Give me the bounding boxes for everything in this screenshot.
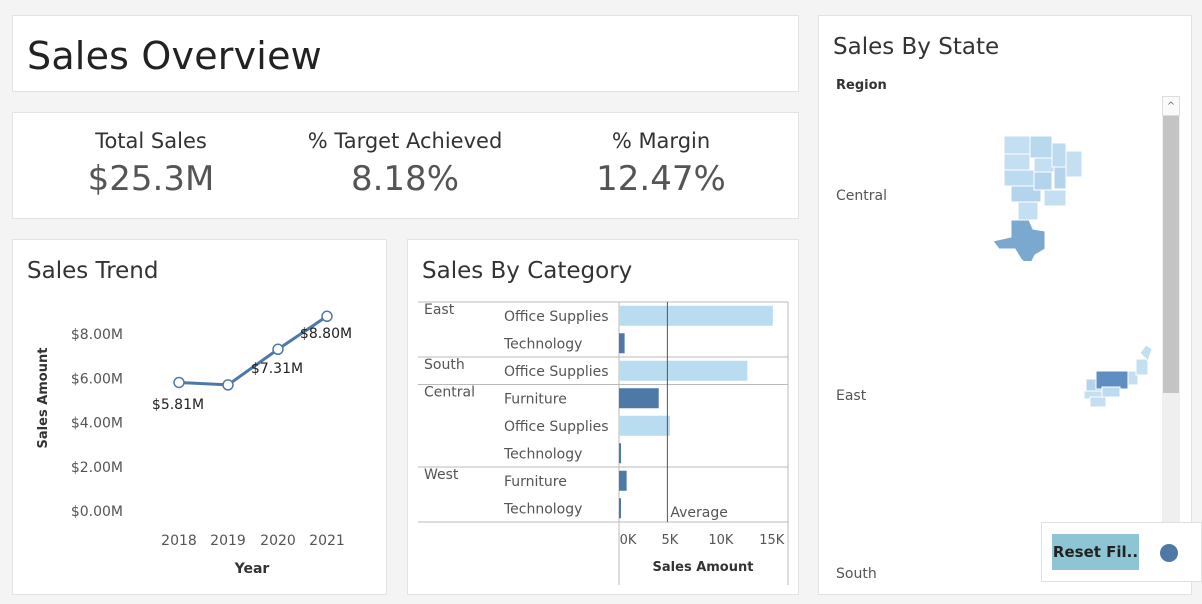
region-label: East xyxy=(424,302,455,318)
kpi-margin: % Margin 12.47% xyxy=(541,129,781,199)
reset-indicator-icon[interactable] xyxy=(1160,544,1178,562)
x-tick-label: 2019 xyxy=(210,533,246,549)
trend-data-point[interactable] xyxy=(272,343,284,356)
map-state[interactable] xyxy=(1003,153,1031,171)
kpi-value: $25.3M xyxy=(87,159,215,199)
kpi-panel: Total Sales $25.3M % Target Achieved 8.1… xyxy=(12,112,799,219)
kpi-target-achieved: % Target Achieved 8.18% xyxy=(285,129,525,199)
trend-data-point[interactable] xyxy=(321,310,333,323)
x-axis-label: Sales Amount xyxy=(653,560,754,575)
y-tick-label: $0.00M xyxy=(71,504,123,520)
category-bar[interactable] xyxy=(619,443,622,464)
y-tick-label: $4.00M xyxy=(71,416,123,432)
region-label-south: South xyxy=(836,566,877,582)
kpi-label: % Margin xyxy=(611,129,711,153)
x-tick-label: 2018 xyxy=(161,533,197,549)
trend-data-point[interactable] xyxy=(222,379,234,391)
x-tick-label: 5K xyxy=(662,533,679,548)
x-tick-label: 0K xyxy=(620,533,637,548)
category-label: Office Supplies xyxy=(504,419,609,435)
map-state-new-york[interactable] xyxy=(1095,370,1129,390)
category-bar[interactable] xyxy=(619,415,670,436)
map-state[interactable] xyxy=(1033,157,1055,173)
map-state[interactable] xyxy=(1065,150,1083,178)
region-label-east: East xyxy=(836,388,867,404)
x-tick-label: 10K xyxy=(708,533,734,548)
region-label-central: Central xyxy=(836,188,887,204)
map-state[interactable] xyxy=(1003,135,1031,155)
category-label: Technology xyxy=(503,336,582,352)
map-state[interactable] xyxy=(1017,201,1039,221)
y-tick-label: $6.00M xyxy=(71,371,123,387)
region-label: West xyxy=(424,467,459,483)
category-label: Furniture xyxy=(504,391,567,407)
map-state[interactable] xyxy=(1003,169,1035,187)
category-bar[interactable] xyxy=(619,498,621,519)
map-state[interactable] xyxy=(1101,386,1121,398)
category-bar[interactable] xyxy=(619,333,625,354)
kpi-label: Total Sales xyxy=(95,129,207,153)
map-scrollbar-thumb[interactable] xyxy=(1163,116,1179,393)
sales-trend-chart[interactable]: $8.00M $6.00M $4.00M $2.00M $0.00M 2018 2019 20… xyxy=(13,240,386,594)
map-state[interactable] xyxy=(1051,142,1067,168)
map-state-texas[interactable] xyxy=(992,219,1046,261)
category-label: Technology xyxy=(503,446,582,462)
kpi-total-sales: Total Sales $25.3M xyxy=(31,129,271,199)
trend-data-label: $5.81M xyxy=(152,397,204,413)
category-label: Office Supplies xyxy=(504,309,609,325)
y-tick-label: $2.00M xyxy=(71,460,123,476)
region-label: South xyxy=(424,357,465,373)
trend-data-label: $8.80M xyxy=(300,326,352,342)
category-bar[interactable] xyxy=(619,388,659,409)
sales-by-state-title: Sales By State xyxy=(833,34,1000,60)
page-title: Sales Overview xyxy=(27,34,322,78)
sales-by-category-panel: Sales By Category East Office Supplies Tec… xyxy=(407,239,799,595)
x-axis-label: Year xyxy=(234,561,270,577)
category-bar[interactable] xyxy=(619,305,773,326)
kpi-value: 12.47% xyxy=(596,159,726,199)
reset-filter-container: Reset Fil.. xyxy=(1041,522,1202,582)
y-tick-label: $8.00M xyxy=(71,327,123,343)
map-east[interactable] xyxy=(1074,343,1164,413)
map-state[interactable] xyxy=(1033,171,1053,191)
reset-filters-button[interactable]: Reset Fil.. xyxy=(1052,534,1139,570)
category-bar[interactable] xyxy=(619,470,627,491)
x-tick-label: 15K xyxy=(759,533,785,548)
sales-by-state-panel: Sales By State Region Central East South xyxy=(818,15,1192,595)
title-panel: Sales Overview xyxy=(12,15,799,92)
region-label: Central xyxy=(424,384,475,400)
category-bar[interactable] xyxy=(619,360,748,381)
map-state[interactable] xyxy=(1043,189,1067,207)
map-central[interactable] xyxy=(989,131,1099,261)
map-state[interactable] xyxy=(1029,135,1053,159)
kpi-value: 8.18% xyxy=(350,159,459,199)
trend-data-label: $7.31M xyxy=(251,361,303,377)
sales-trend-panel: Sales Trend $8.00M $6.00M $4.00M $2.00M $0.0… xyxy=(12,239,387,595)
map-state[interactable] xyxy=(1135,358,1149,376)
region-header: Region xyxy=(836,78,887,93)
scroll-up-icon[interactable]: ^ xyxy=(1162,96,1180,116)
sales-by-category-chart[interactable]: East Office Supplies Technology South Office… xyxy=(408,240,798,594)
kpi-label: % Target Achieved xyxy=(307,129,503,153)
category-label: Office Supplies xyxy=(504,364,609,380)
average-label: Average xyxy=(670,505,728,521)
x-tick-label: 2021 xyxy=(309,533,345,549)
y-axis-label: Sales Amount xyxy=(36,348,51,449)
category-label: Furniture xyxy=(504,474,567,490)
trend-data-point[interactable] xyxy=(173,376,185,389)
x-tick-label: 2020 xyxy=(260,533,296,549)
map-state[interactable] xyxy=(1053,166,1067,190)
category-label: Technology xyxy=(503,501,582,517)
map-state[interactable] xyxy=(1089,396,1107,408)
